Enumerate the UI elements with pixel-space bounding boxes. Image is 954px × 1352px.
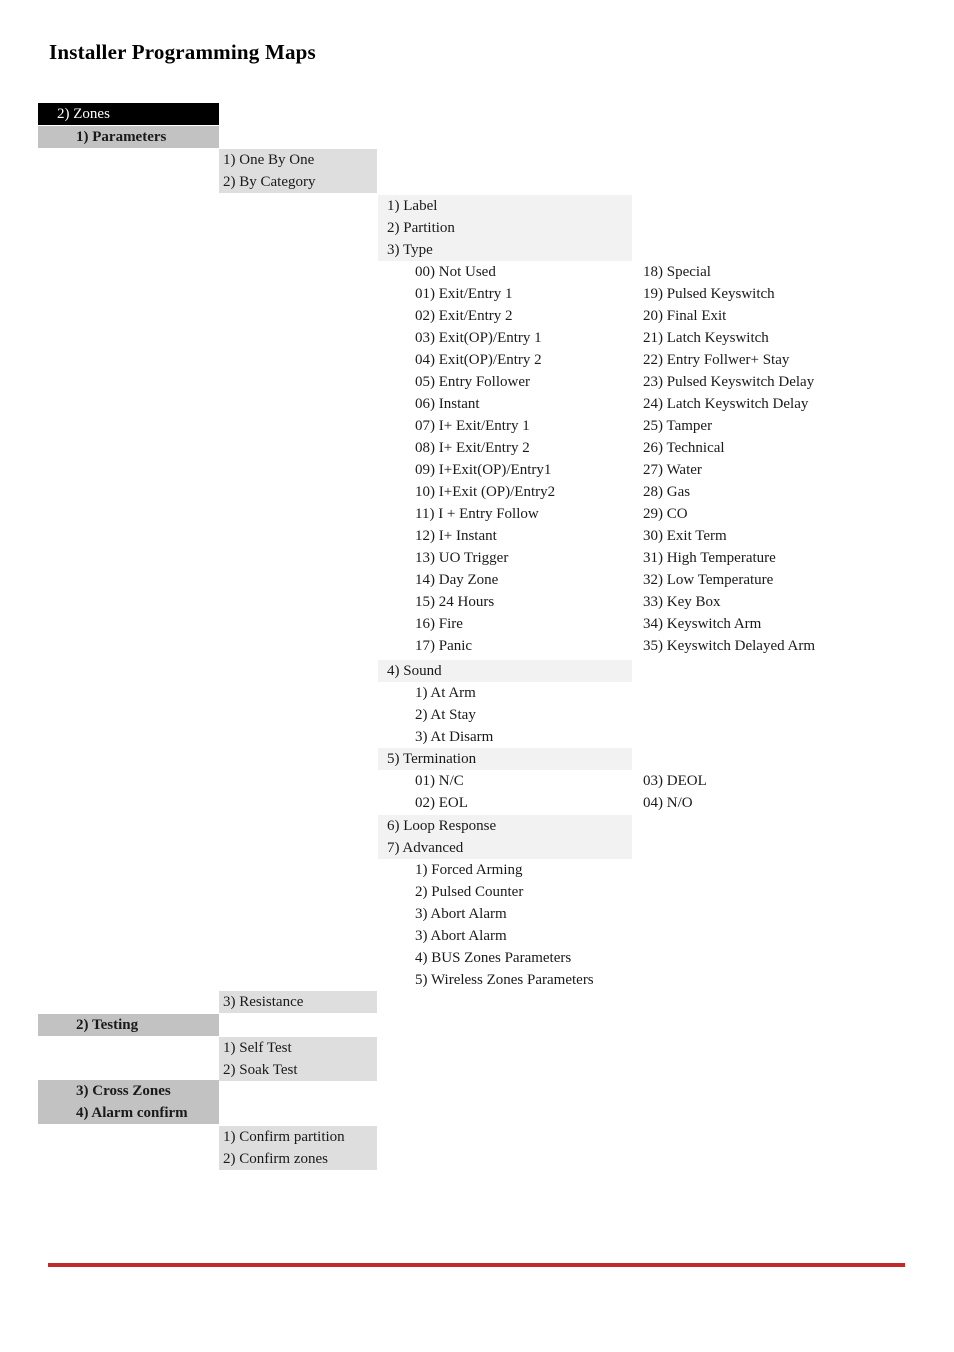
zone-type-option[interactable]: 16) Fire xyxy=(378,613,632,635)
menu-item-loop-response[interactable]: 6) Loop Response xyxy=(378,815,632,837)
zone-type-option[interactable]: 00) Not Used xyxy=(378,261,632,283)
advanced-option[interactable]: 3) Abort Alarm xyxy=(378,925,632,947)
menu-resistance-block: 3) Resistance xyxy=(219,991,377,1013)
menu-item-partition[interactable]: 2) Partition xyxy=(378,217,632,239)
menu-parameters-block: 1) Parameters xyxy=(38,126,219,148)
zone-type-option[interactable]: 25) Tamper xyxy=(643,415,815,437)
menu-sound-heading-block: 4) Sound xyxy=(378,660,632,682)
zone-type-option[interactable]: 04) Exit(OP)/Entry 2 xyxy=(378,349,632,371)
menu-advanced-items-block: 1) Forced Arming 2) Pulsed Counter 3) Ab… xyxy=(378,859,632,991)
zone-type-option[interactable]: 06) Instant xyxy=(378,393,632,415)
zone-type-option[interactable]: 02) Exit/Entry 2 xyxy=(378,305,632,327)
zone-type-option[interactable]: 34) Keyswitch Arm xyxy=(643,613,815,635)
menu-item-advanced[interactable]: 7) Advanced xyxy=(378,837,632,859)
menu-item-parameters[interactable]: 1) Parameters xyxy=(38,126,219,148)
zone-type-option[interactable]: 22) Entry Follwer+ Stay xyxy=(643,349,815,371)
zone-type-option[interactable]: 03) Exit(OP)/Entry 1 xyxy=(378,327,632,349)
zone-type-option[interactable]: 08) I+ Exit/Entry 2 xyxy=(378,437,632,459)
footer-rule xyxy=(48,1263,905,1267)
zone-type-option[interactable]: 10) I+Exit (OP)/Entry2 xyxy=(378,481,632,503)
zone-type-option[interactable]: 05) Entry Follower xyxy=(378,371,632,393)
termination-option[interactable]: 01) N/C xyxy=(378,770,632,792)
menu-alarm-confirm-items-block: 1) Confirm partition 2) Confirm zones xyxy=(219,1126,377,1170)
zone-type-option[interactable]: 29) CO xyxy=(643,503,815,525)
zone-type-option[interactable]: 17) Panic xyxy=(378,635,632,657)
menu-cross-alarm-block: 3) Cross Zones 4) Alarm confirm xyxy=(38,1080,219,1124)
advanced-option[interactable]: 4) BUS Zones Parameters xyxy=(378,947,632,969)
advanced-option[interactable]: 3) Abort Alarm xyxy=(378,903,632,925)
menu-parameter-items-block: 1) Label 2) Partition 3) Type xyxy=(378,195,632,261)
menu-item-testing[interactable]: 2) Testing xyxy=(38,1014,219,1036)
zone-type-option[interactable]: 19) Pulsed Keyswitch xyxy=(643,283,815,305)
menu-testing-items-block: 1) Self Test 2) Soak Test xyxy=(219,1037,377,1081)
menu-item-by-category[interactable]: 2) By Category xyxy=(219,171,377,193)
zone-type-option[interactable]: 12) I+ Instant xyxy=(378,525,632,547)
menu-item-type[interactable]: 3) Type xyxy=(378,239,632,261)
menu-item-at-disarm[interactable]: 3) At Disarm xyxy=(378,726,632,748)
menu-loop-advanced-block: 6) Loop Response 7) Advanced xyxy=(378,815,632,859)
menu-root-zones[interactable]: 2) Zones xyxy=(38,103,219,125)
menu-testing-block: 2) Testing xyxy=(38,1014,219,1036)
zone-type-option[interactable]: 30) Exit Term xyxy=(643,525,815,547)
zone-type-option[interactable]: 01) Exit/Entry 1 xyxy=(378,283,632,305)
menu-item-sound[interactable]: 4) Sound xyxy=(378,660,632,682)
termination-option[interactable]: 03) DEOL xyxy=(643,770,707,792)
zone-type-option[interactable]: 07) I+ Exit/Entry 1 xyxy=(378,415,632,437)
advanced-option[interactable]: 2) Pulsed Counter xyxy=(378,881,632,903)
zone-type-option[interactable]: 26) Technical xyxy=(643,437,815,459)
page-title: Installer Programming Maps xyxy=(49,40,316,64)
zone-type-option[interactable]: 14) Day Zone xyxy=(378,569,632,591)
menu-item-one-by-one[interactable]: 1) One By One xyxy=(219,149,377,171)
menu-item-alarm-confirm[interactable]: 4) Alarm confirm xyxy=(38,1102,219,1124)
advanced-option[interactable]: 5) Wireless Zones Parameters xyxy=(378,969,632,991)
zone-type-option[interactable]: 23) Pulsed Keyswitch Delay xyxy=(643,371,815,393)
zone-type-option[interactable]: 31) High Temperature xyxy=(643,547,815,569)
zone-type-option[interactable]: 15) 24 Hours xyxy=(378,591,632,613)
menu-item-at-stay[interactable]: 2) At Stay xyxy=(378,704,632,726)
zone-type-options-column-2: 18) Special 19) Pulsed Keyswitch 20) Fin… xyxy=(643,261,815,657)
menu-mode-block: 1) One By One 2) By Category xyxy=(219,149,377,193)
menu-termination-heading-block: 5) Termination xyxy=(378,748,632,770)
advanced-option[interactable]: 1) Forced Arming xyxy=(378,859,632,881)
menu-item-soak-test[interactable]: 2) Soak Test xyxy=(219,1059,377,1081)
termination-options-column-1: 01) N/C 02) EOL xyxy=(378,770,632,814)
zone-type-option[interactable]: 28) Gas xyxy=(643,481,815,503)
menu-item-termination[interactable]: 5) Termination xyxy=(378,748,632,770)
zone-type-option[interactable]: 20) Final Exit xyxy=(643,305,815,327)
menu-item-self-test[interactable]: 1) Self Test xyxy=(219,1037,377,1059)
zone-type-option[interactable]: 24) Latch Keyswitch Delay xyxy=(643,393,815,415)
zone-type-options-column-1: 00) Not Used 01) Exit/Entry 1 02) Exit/E… xyxy=(378,261,632,657)
zone-type-option[interactable]: 09) I+Exit(OP)/Entry1 xyxy=(378,459,632,481)
zone-type-option[interactable]: 11) I + Entry Follow xyxy=(378,503,632,525)
termination-option[interactable]: 02) EOL xyxy=(378,792,632,814)
menu-item-cross-zones[interactable]: 3) Cross Zones xyxy=(38,1080,219,1102)
menu-sound-items-block: 1) At Arm 2) At Stay 3) At Disarm xyxy=(378,682,632,748)
menu-item-confirm-partition[interactable]: 1) Confirm partition xyxy=(219,1126,377,1148)
zone-type-option[interactable]: 21) Latch Keyswitch xyxy=(643,327,815,349)
zone-type-option[interactable]: 32) Low Temperature xyxy=(643,569,815,591)
zone-type-option[interactable]: 13) UO Trigger xyxy=(378,547,632,569)
menu-root-block: 2) Zones xyxy=(38,103,219,125)
termination-options-column-2: 03) DEOL 04) N/O xyxy=(643,770,707,814)
menu-item-label[interactable]: 1) Label xyxy=(378,195,632,217)
zone-type-option[interactable]: 35) Keyswitch Delayed Arm xyxy=(643,635,815,657)
termination-option[interactable]: 04) N/O xyxy=(643,792,707,814)
zone-type-option[interactable]: 33) Key Box xyxy=(643,591,815,613)
zone-type-option[interactable]: 27) Water xyxy=(643,459,815,481)
menu-item-at-arm[interactable]: 1) At Arm xyxy=(378,682,632,704)
document-page: Installer Programming Maps 2) Zones 1) P… xyxy=(0,0,954,1352)
zone-type-option[interactable]: 18) Special xyxy=(643,261,815,283)
menu-item-resistance[interactable]: 3) Resistance xyxy=(219,991,377,1013)
menu-item-confirm-zones[interactable]: 2) Confirm zones xyxy=(219,1148,377,1170)
